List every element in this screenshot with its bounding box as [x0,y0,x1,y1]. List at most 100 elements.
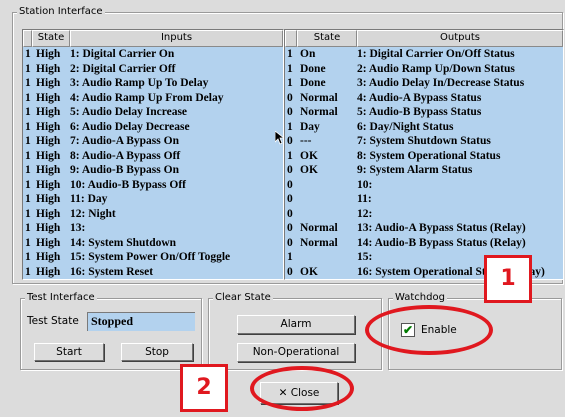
inputs-table-row[interactable]: 1 High 5: Audio Delay Increase [23,105,283,120]
outputs-table-row[interactable]: 1 OK 8: System Operational Status [285,149,563,164]
outputs-table-cell-state: Normal [300,106,338,118]
outputs-header-outputs[interactable]: Outputs [357,30,563,47]
outputs-table-row[interactable]: 1 Done 2: Audio Ramp Up/Down Status [285,62,563,77]
clear-state-title: Clear State [213,291,273,305]
outputs-header-state[interactable]: State [297,30,357,47]
inputs-table-cell-name: 1: Digital Carrier On [70,48,175,60]
inputs-header-inputs[interactable]: Inputs [70,30,283,47]
inputs-table-row[interactable]: 1 High 10: Audio-B Bypass Off [23,178,283,193]
outputs-table-cell-state [297,250,355,265]
outputs-table-cell-index: 0 [287,106,293,118]
alarm-button[interactable]: Alarm [237,315,355,334]
outputs-table-cell-name: 7: System Shutdown Status [357,135,491,147]
test-state-value: Stopped [87,312,195,331]
outputs-table-row[interactable]: 0 12: [285,207,563,222]
inputs-table-cell-index: 1 [25,77,31,89]
outputs-table-cell-index: 0 [287,164,293,176]
outputs-table-cell-index: 1 [287,48,293,60]
inputs-table-cell-index: 1 [25,149,31,162]
outputs-table-cell-state: Normal [300,236,338,249]
annotation-ring-close [250,366,354,411]
inputs-table-row[interactable]: 1 High 15: System Power On/Off Toggle [23,250,283,265]
inputs-table-cell-name: 3: Audio Ramp Up To Delay [70,77,209,89]
outputs-table-row[interactable]: 0 --- 7: System Shutdown Status [285,134,563,149]
inputs-table-row[interactable]: 1 High 1: Digital Carrier On [23,47,283,62]
inputs-table-cell-name: 6: Audio Delay Decrease [70,120,190,133]
inputs-table-cell-index: 1 [25,193,31,205]
outputs-header-index [285,30,297,47]
annotation-ring-watchdog [365,305,493,355]
outputs-table-row[interactable]: 0 Normal 5: Audio-B Bypass Status [285,105,563,120]
inputs-table-cell-state: High [36,193,61,205]
outputs-table-cell-name: 3: Audio Delay In/Decrease Status [357,77,525,89]
outputs-table-row[interactable]: 0 10: [285,178,563,193]
outputs-table-cell-state [297,207,355,222]
outputs-table-cell-index: 1 [287,120,293,133]
outputs-table-cell-name: 13: Audio-A Bypass Status (Relay) [357,222,526,234]
inputs-table-cell-state: High [36,222,61,234]
inputs-table-cell-state: High [36,77,61,89]
outputs-table-cell-index: 0 [287,193,293,205]
outputs-table-row[interactable]: 0 Normal 14: Audio-B Bypass Status (Relay) [285,236,563,251]
outputs-table-cell-state: Normal [300,91,338,104]
inputs-table-cell-state: High [36,265,61,278]
outputs-table-cell-name: 4: Audio-A Bypass Status [357,91,482,104]
inputs-table-row[interactable]: 1 High 8: Audio-A Bypass Off [23,149,283,164]
outputs-table-cell-index: 1 [287,251,293,263]
outputs-table-row[interactable]: 0 11: [285,192,563,207]
outputs-table-cell-name: 11: [357,193,372,205]
outputs-table-cell-state: On [300,48,316,60]
outputs-table-cell-index: 0 [287,222,293,234]
inputs-table-cell-name: 9: Audio-B Bypass On [70,164,179,176]
inputs-table-cell-name: 12: Night [70,207,116,220]
inputs-table-cell-state: High [36,106,61,118]
inputs-table-cell-index: 1 [25,265,31,278]
outputs-table-row[interactable]: 1 Done 3: Audio Delay In/Decrease Status [285,76,563,91]
inputs-table-row[interactable]: 1 High 12: Night [23,207,283,222]
outputs-table-cell-index: 0 [287,178,293,191]
annotation-badge-2: 2 [180,364,228,412]
inputs-table-cell-state: High [36,135,61,147]
test-state-label: Test State [27,315,79,327]
inputs-table-cell-index: 1 [25,207,31,220]
inputs-table-cell-name: 4: Audio Ramp Up From Delay [70,91,224,104]
inputs-table-row[interactable]: 1 High 14: System Shutdown [23,236,283,251]
outputs-table-cell-state [297,192,355,207]
non-operational-button[interactable]: Non-Operational [237,343,355,362]
outputs-table-cell-state [297,178,355,193]
inputs-table-cell-name: 10: Audio-B Bypass Off [70,178,186,191]
inputs-table[interactable]: State Inputs 1 High 1: Digital Carrier On 1… [22,29,284,280]
inputs-table-row[interactable]: 1 High 9: Audio-B Bypass On [23,163,283,178]
outputs-table-cell-name: 1: Digital Carrier On/Off Status [357,48,515,60]
inputs-table-cell-name: 2: Digital Carrier Off [70,62,176,75]
clear-state-group: Clear State Alarm Non-Operational [208,291,382,370]
outputs-table-cell-index: 1 [287,77,293,89]
inputs-table-row[interactable]: 1 High 2: Digital Carrier Off [23,62,283,77]
outputs-table-cell-name: 9: System Alarm Status [357,164,473,176]
inputs-table-cell-state: High [36,164,61,176]
outputs-table-row[interactable]: 0 Normal 4: Audio-A Bypass Status [285,91,563,106]
inputs-table-cell-index: 1 [25,106,31,118]
outputs-table-cell-index: 0 [287,207,293,220]
inputs-table-row[interactable]: 1 High 13: [23,221,283,236]
inputs-table-cell-state: High [36,91,61,104]
outputs-table-row[interactable]: 0 Normal 13: Audio-A Bypass Status (Relay) [285,221,563,236]
outputs-table-row[interactable]: 0 OK 9: System Alarm Status [285,163,563,178]
station-interface-title: Station Interface [17,5,105,19]
outputs-table-row[interactable]: 1 Day 6: Day/Night Status [285,120,563,135]
inputs-table-row[interactable]: 1 High 11: Day [23,192,283,207]
stop-button[interactable]: Stop [121,343,193,361]
outputs-table[interactable]: State Outputs 1 On 1: Digital Carrier On/O… [284,29,564,280]
inputs-header-state[interactable]: State [32,30,70,47]
inputs-table-row[interactable]: 1 High 7: Audio-A Bypass On [23,134,283,149]
outputs-table-cell-index: 1 [287,149,293,162]
outputs-table-row[interactable]: 1 On 1: Digital Carrier On/Off Status [285,47,563,62]
inputs-table-row[interactable]: 1 High 16: System Reset [23,265,283,280]
start-button[interactable]: Start [34,343,104,361]
inputs-table-row[interactable]: 1 High 3: Audio Ramp Up To Delay [23,76,283,91]
outputs-table-cell-state: OK [300,164,318,176]
inputs-table-cell-index: 1 [25,251,31,263]
inputs-table-row[interactable]: 1 High 4: Audio Ramp Up From Delay [23,91,283,106]
inputs-table-row[interactable]: 1 High 6: Audio Delay Decrease [23,120,283,135]
outputs-table-cell-name: 14: Audio-B Bypass Status (Relay) [357,236,526,249]
